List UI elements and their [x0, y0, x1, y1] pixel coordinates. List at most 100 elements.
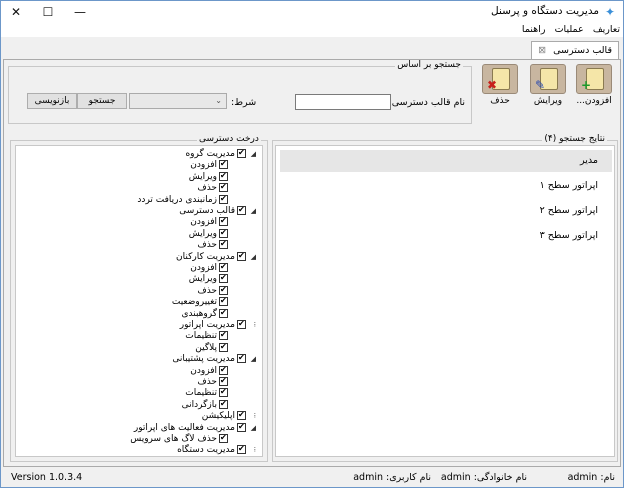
tree-item[interactable]: تغییروضعیت — [172, 295, 238, 308]
tree-item[interactable]: حذف — [197, 284, 238, 297]
checkbox[interactable] — [219, 432, 228, 444]
checkbox[interactable] — [237, 147, 246, 159]
tree-item[interactable]: افزودن — [190, 158, 238, 171]
tree-item[interactable]: گروهبندی — [181, 307, 238, 320]
search-group: جستجو بر اساس نام قالب دسترسی: شرط: ⌄ جس… — [8, 60, 472, 124]
expanded-arrow-icon[interactable]: ◢ — [248, 251, 256, 263]
result-row[interactable]: اپراتور سطح ۱ — [280, 175, 612, 197]
checkbox[interactable] — [219, 181, 228, 193]
tab-access-template[interactable]: قالب دسترسی ⊠ — [531, 41, 619, 59]
checkbox[interactable] — [219, 227, 228, 239]
checkbox[interactable] — [237, 204, 246, 216]
tree-item[interactable]: حذف — [197, 181, 238, 194]
checkbox[interactable] — [237, 352, 246, 364]
menu-item-help[interactable]: راهنما — [519, 23, 549, 37]
close-button[interactable]: ✕ — [1, 1, 31, 23]
tab-close-icon[interactable]: ⊠ — [538, 45, 546, 56]
tree-item[interactable]: افزودن — [190, 215, 238, 228]
expanded-arrow-icon[interactable]: ◢ — [248, 353, 256, 365]
menu-item-operations[interactable]: عملیات — [552, 23, 587, 37]
add-label: افزودن... — [576, 96, 612, 106]
delete-label: حذف — [490, 96, 510, 106]
add-button[interactable]: + افزودن... — [574, 64, 614, 112]
checkbox[interactable] — [219, 170, 228, 182]
status-username: نام کاربری: admin — [353, 472, 431, 483]
tree-item[interactable]: ◢مدیریت پشتیبانی — [172, 352, 256, 365]
tree-item-label: تنظیمات — [185, 331, 217, 342]
expanded-arrow-icon[interactable]: ◢ — [248, 205, 256, 217]
tree-item[interactable]: ⁝ اپلیکیشن — [202, 409, 256, 422]
checkbox[interactable] — [219, 329, 228, 341]
tree-item[interactable]: افزودن — [190, 364, 238, 377]
tree-item-label: حذف — [197, 377, 217, 387]
tree-item[interactable]: تنظیمات — [185, 386, 238, 399]
delete-button[interactable]: ✖ حذف — [480, 64, 520, 112]
checkbox[interactable] — [219, 307, 228, 319]
search-button[interactable]: جستجو — [77, 93, 127, 109]
menu-bar: تعاریف عملیات راهنما — [1, 23, 623, 37]
checkbox[interactable] — [219, 158, 228, 170]
checkbox[interactable] — [237, 318, 246, 330]
checkbox[interactable] — [219, 238, 228, 250]
checkbox[interactable] — [219, 375, 228, 387]
condition-select[interactable]: ⌄ — [129, 93, 227, 109]
template-name-input[interactable] — [295, 94, 391, 110]
checkbox[interactable] — [219, 341, 228, 353]
access-tree-group: درخت دسترسی ◢مدیریت گروهافزودنویرایشحذفز… — [10, 134, 268, 462]
reset-button[interactable]: بازنویسی — [27, 93, 77, 109]
tree-item[interactable]: ◢مدیریت کارکنان — [176, 250, 256, 263]
results-legend: نتایج جستجو (۴) — [542, 134, 607, 144]
menu-item-definitions[interactable]: تعاریف — [590, 23, 623, 37]
tree-item[interactable]: ◢قالب دسترسی — [179, 204, 256, 217]
tree-item[interactable]: افزودن — [190, 261, 238, 274]
tree-item[interactable]: ◢مدیریت فعالیت های اپراتور — [134, 421, 256, 434]
result-row[interactable]: اپراتور سطح ۳ — [280, 225, 612, 247]
tree-item[interactable]: حذف — [197, 238, 238, 251]
checkbox[interactable] — [237, 421, 246, 433]
collapsed-arrow-icon[interactable]: ⁝ — [248, 319, 256, 331]
checkbox[interactable] — [219, 398, 228, 410]
checkbox[interactable] — [237, 443, 246, 455]
checkbox[interactable] — [219, 215, 228, 227]
checkbox[interactable] — [219, 364, 228, 376]
tree-item[interactable]: حذف — [197, 375, 238, 388]
tree-item-label: پلاگین — [195, 342, 217, 353]
checkbox[interactable] — [219, 284, 228, 296]
result-row[interactable]: مدیر — [280, 150, 612, 172]
results-list[interactable]: مدیر اپراتور سطح ۱ اپراتور سطح ۲ اپراتور سط… — [275, 145, 615, 457]
tree-item[interactable]: ⁝ مدیریت اپراتور — [180, 318, 256, 331]
tree-item-label: حذف — [197, 183, 217, 194]
minimize-button[interactable]: — — [65, 1, 95, 23]
tree-item[interactable]: بازگردانی — [182, 398, 238, 411]
collapsed-arrow-icon[interactable]: ⁝ — [248, 410, 256, 422]
checkbox[interactable] — [219, 261, 228, 273]
tree-item[interactable]: ویرایش — [189, 227, 238, 240]
chevron-down-icon: ⌄ — [215, 96, 222, 105]
expanded-arrow-icon[interactable]: ◢ — [248, 422, 256, 434]
tree-item[interactable]: تنظیمات — [185, 329, 238, 342]
tree-item[interactable]: ⁝ مدیریت دستگاه — [177, 443, 256, 456]
tree-item[interactable]: پلاگین — [195, 341, 238, 354]
checkbox[interactable] — [219, 386, 228, 398]
app-logo-icon: ✦ — [604, 5, 616, 19]
checkbox[interactable] — [219, 295, 228, 307]
collapsed-arrow-icon[interactable]: ⁝ — [248, 444, 256, 456]
checkbox[interactable] — [219, 193, 228, 205]
tree-item[interactable]: ویرایش — [189, 272, 238, 285]
tree-item-label: مدیریت دستگاه — [177, 445, 235, 456]
checkbox[interactable] — [237, 409, 246, 421]
expanded-arrow-icon[interactable]: ◢ — [248, 148, 256, 160]
status-bar: Version 1.0.3.4 نام: admin نام خانوادگی:… — [1, 469, 623, 487]
access-tree-legend: درخت دسترسی — [197, 134, 261, 144]
checkbox[interactable] — [237, 250, 246, 262]
result-row[interactable]: اپراتور سطح ۲ — [280, 200, 612, 222]
main-window: ✕ ☐ — مدیریت دستگاه و پرسنل ✦ تعاریف عمل… — [0, 0, 624, 488]
search-legend: جستجو بر اساس — [395, 60, 463, 70]
checkbox[interactable] — [219, 272, 228, 284]
tree-item[interactable]: ویرایش — [189, 170, 238, 183]
access-tree[interactable]: ◢مدیریت گروهافزودنویرایشحذفزمانبندی دریا… — [15, 145, 263, 457]
maximize-button[interactable]: ☐ — [33, 1, 63, 23]
tree-item[interactable]: حذف لاگ های سرویس — [130, 432, 238, 445]
edit-button[interactable]: ✎ ویرایش — [528, 64, 568, 112]
tree-item[interactable]: زمانبندی دریافت تردد — [137, 193, 238, 206]
